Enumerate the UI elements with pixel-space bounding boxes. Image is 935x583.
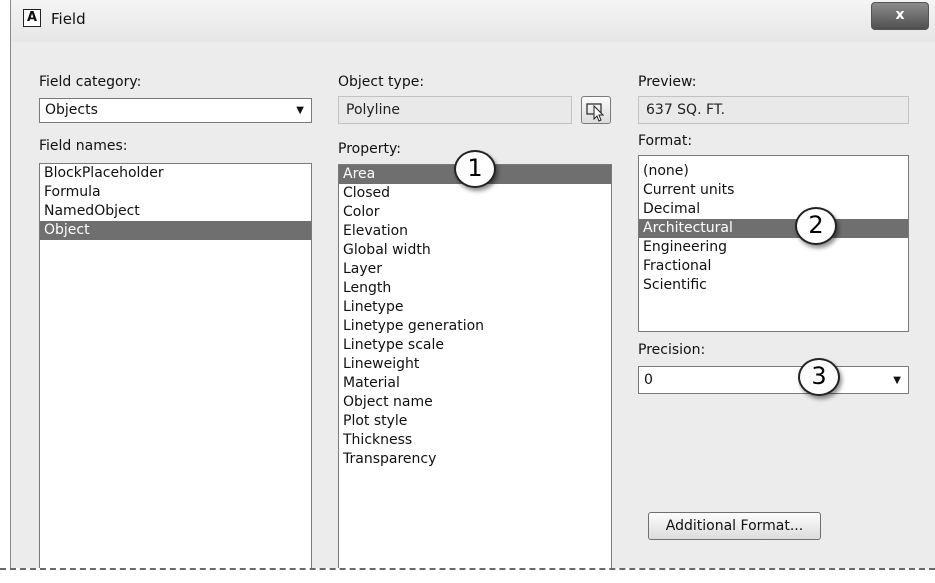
property-item[interactable]: Elevation bbox=[339, 222, 611, 241]
property-item[interactable]: Thickness bbox=[339, 431, 611, 450]
precision-value: 0 bbox=[644, 372, 653, 388]
callout-1: 1 bbox=[454, 150, 496, 188]
field-category-value: Objects bbox=[45, 102, 98, 118]
app-icon: A bbox=[23, 9, 41, 27]
format-item[interactable]: Fractional bbox=[639, 257, 908, 276]
format-item[interactable]: Scientific bbox=[639, 276, 908, 295]
property-item[interactable]: Linetype bbox=[339, 298, 611, 317]
precision-dropdown[interactable]: 0 ▼ bbox=[638, 366, 909, 394]
select-object-icon bbox=[586, 103, 605, 122]
property-item[interactable]: Object name bbox=[339, 393, 611, 412]
field-name-item[interactable]: BlockPlaceholder bbox=[40, 164, 311, 183]
property-item[interactable]: Color bbox=[339, 203, 611, 222]
format-item[interactable]: Engineering bbox=[639, 238, 908, 257]
field-name-item-selected[interactable]: Object bbox=[40, 221, 311, 240]
property-item[interactable]: Global width bbox=[339, 241, 611, 260]
field-names-list[interactable]: BlockPlaceholder Formula NamedObject Obj… bbox=[39, 163, 312, 573]
close-icon: x bbox=[895, 7, 905, 23]
format-item[interactable]: Decimal bbox=[639, 200, 908, 219]
property-item[interactable]: Transparency bbox=[339, 450, 611, 469]
property-label: Property: bbox=[338, 141, 401, 157]
preview-field: 637 SQ. FT. bbox=[638, 96, 909, 124]
window-title: Field bbox=[51, 10, 86, 28]
object-type-field: Polyline bbox=[338, 96, 572, 124]
title-bar: A Field x bbox=[11, 0, 935, 42]
property-item[interactable]: Material bbox=[339, 374, 611, 393]
property-item[interactable]: Layer bbox=[339, 260, 611, 279]
property-item[interactable]: Length bbox=[339, 279, 611, 298]
chevron-down-icon: ▼ bbox=[893, 375, 901, 386]
field-category-dropdown[interactable]: Objects ▼ bbox=[39, 98, 312, 123]
property-item[interactable]: Linetype scale bbox=[339, 336, 611, 355]
format-label: Format: bbox=[638, 133, 693, 149]
property-item[interactable]: Plot style bbox=[339, 412, 611, 431]
preview-label: Preview: bbox=[638, 74, 697, 90]
format-item[interactable]: (none) bbox=[639, 162, 908, 181]
additional-format-button[interactable]: Additional Format... bbox=[648, 512, 821, 540]
format-item-selected[interactable]: Architectural bbox=[639, 219, 908, 238]
precision-label: Precision: bbox=[638, 342, 706, 358]
property-list[interactable]: Area Closed Color Elevation Global width… bbox=[338, 164, 612, 574]
field-dialog: A Field x Field category: Objects ▼ Fiel… bbox=[10, 0, 935, 581]
object-type-label: Object type: bbox=[338, 74, 425, 90]
format-list[interactable]: (none) Current units Decimal Architectur… bbox=[638, 155, 909, 332]
field-name-item[interactable]: NamedObject bbox=[40, 202, 311, 221]
callout-3: 3 bbox=[798, 358, 840, 396]
property-item[interactable]: Lineweight bbox=[339, 355, 611, 374]
field-category-label: Field category: bbox=[39, 74, 142, 90]
callout-2: 2 bbox=[795, 207, 837, 245]
property-item[interactable]: Linetype generation bbox=[339, 317, 611, 336]
format-item[interactable]: Current units bbox=[639, 181, 908, 200]
field-names-label: Field names: bbox=[39, 138, 128, 154]
close-button[interactable]: x bbox=[871, 2, 929, 30]
select-object-button[interactable] bbox=[581, 96, 611, 124]
chevron-down-icon: ▼ bbox=[296, 105, 304, 116]
field-name-item[interactable]: Formula bbox=[40, 183, 311, 202]
